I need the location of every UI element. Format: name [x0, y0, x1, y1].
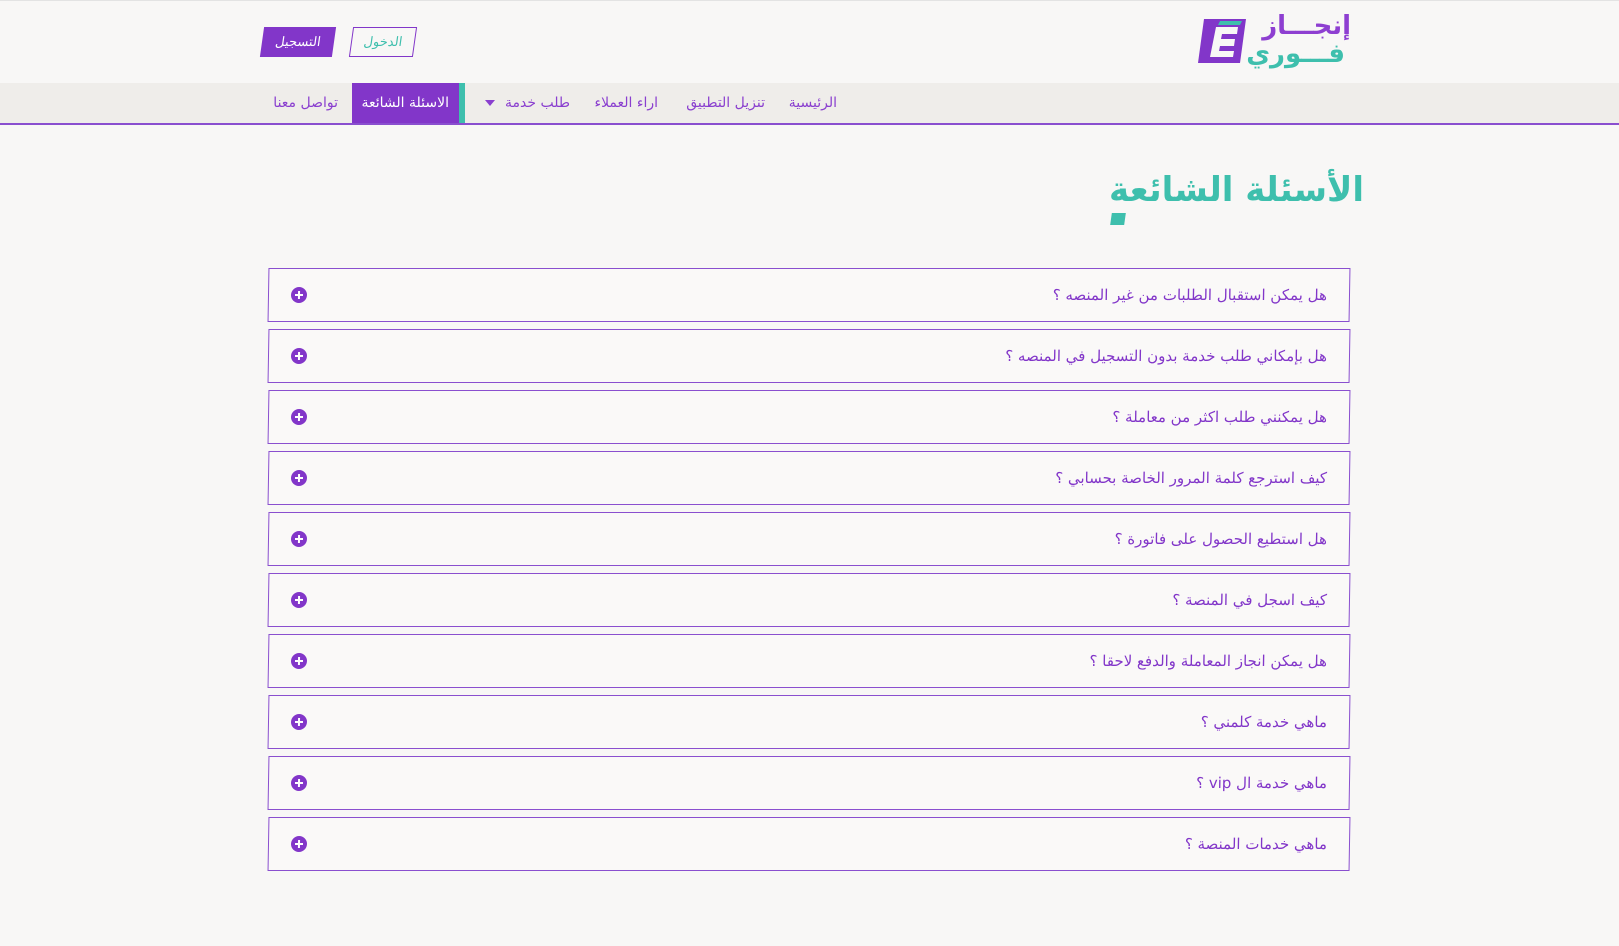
- faq-item[interactable]: هل يمكن انجاز المعاملة والدفع لاحقا ؟: [267, 634, 1351, 688]
- faq-item[interactable]: ماهي خدمة ال vip ؟: [267, 756, 1351, 810]
- plus-circle-icon[interactable]: [290, 653, 308, 669]
- faq-item[interactable]: هل بإمكاني طلب خدمة بدون التسجيل في المن…: [267, 329, 1351, 383]
- faq-item[interactable]: هل يمكن استقبال الطلبات من غير المنصه ؟: [267, 268, 1351, 322]
- page-title: الأسئلة الشائعة: [1109, 170, 1364, 210]
- faq-item[interactable]: هل استطيع الحصول على فاتورة ؟: [267, 512, 1351, 566]
- faq-question: ماهي خدمة ال vip ؟: [1195, 774, 1328, 792]
- faq-question: ماهي خدمات المنصة ؟: [1184, 835, 1328, 853]
- nav-item-request-service[interactable]: طلب خدمة: [484, 83, 570, 123]
- nav-item-request-service-label: طلب خدمة: [505, 95, 570, 111]
- e-logo-icon: E: [1198, 19, 1246, 63]
- site-logo[interactable]: E إنجـــاز فـــوري: [1196, 11, 1351, 71]
- nav-item-faq[interactable]: الاسئلة الشائعة: [351, 83, 465, 123]
- plus-circle-icon[interactable]: [290, 836, 308, 852]
- plus-circle-icon[interactable]: [290, 714, 308, 730]
- plus-circle-icon[interactable]: [290, 592, 308, 608]
- faq-question: هل يمكن استقبال الطلبات من غير المنصه ؟: [1052, 286, 1328, 304]
- register-button[interactable]: التسجيل: [259, 27, 337, 57]
- faq-question: كيف استرجع كلمة المرور الخاصة بحسابي ؟: [1055, 469, 1328, 487]
- plus-circle-icon[interactable]: [290, 470, 308, 486]
- nav-item-download-app[interactable]: تنزيل التطبيق: [686, 83, 765, 123]
- nav-item-home[interactable]: الرئيسية: [789, 83, 837, 123]
- title-accent-mark: [1110, 213, 1126, 225]
- plus-circle-icon[interactable]: [290, 409, 308, 425]
- caret-down-icon: [484, 100, 495, 106]
- main-nav: الرئيسية تنزيل التطبيق اراء العملاء طلب …: [0, 83, 1619, 125]
- faq-item[interactable]: هل يمكنني طلب اكثر من معاملة ؟: [267, 390, 1351, 444]
- plus-circle-icon[interactable]: [290, 287, 308, 303]
- login-button[interactable]: الدخول: [348, 27, 418, 57]
- faq-list: هل يمكن استقبال الطلبات من غير المنصه ؟ …: [267, 268, 1351, 878]
- faq-item[interactable]: كيف اسجل في المنصة ؟: [267, 573, 1351, 627]
- faq-question: هل يمكنني طلب اكثر من معاملة ؟: [1112, 408, 1328, 426]
- plus-circle-icon[interactable]: [290, 531, 308, 547]
- nav-item-reviews[interactable]: اراء العملاء: [594, 83, 658, 123]
- logo-text-line1: إنجـــاز: [1262, 11, 1351, 41]
- faq-item[interactable]: ماهي خدمة كلمني ؟: [267, 695, 1351, 749]
- plus-circle-icon[interactable]: [290, 775, 308, 791]
- faq-question: هل يمكن انجاز المعاملة والدفع لاحقا ؟: [1089, 652, 1328, 670]
- faq-item[interactable]: ماهي خدمات المنصة ؟: [267, 817, 1351, 871]
- top-header: E إنجـــاز فـــوري الدخول التسجيل: [0, 0, 1619, 84]
- faq-question: هل بإمكاني طلب خدمة بدون التسجيل في المن…: [1005, 347, 1328, 365]
- logo-text-line2: فـــوري: [1246, 39, 1345, 69]
- faq-question: هل استطيع الحصول على فاتورة ؟: [1114, 530, 1328, 548]
- faq-question: ماهي خدمة كلمني ؟: [1200, 713, 1328, 731]
- plus-circle-icon[interactable]: [290, 348, 308, 364]
- faq-question: كيف اسجل في المنصة ؟: [1172, 591, 1328, 609]
- nav-item-contact[interactable]: تواصل معنا: [273, 83, 338, 123]
- faq-item[interactable]: كيف استرجع كلمة المرور الخاصة بحسابي ؟: [267, 451, 1351, 505]
